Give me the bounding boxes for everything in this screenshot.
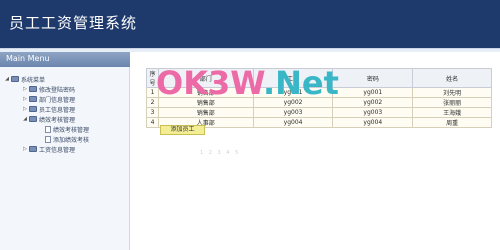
pagination[interactable]: 1 2 3 4 5 <box>200 150 240 156</box>
cell-name: 刘先明 <box>412 87 492 98</box>
content-area: 序号 部门 工号 密码 姓名 1 销售部 yg001 yg001 刘先明 2 销… <box>131 52 500 250</box>
tree-label: 部门信息管理 <box>39 96 76 104</box>
folder-icon <box>29 146 37 152</box>
app-title: 员工工资管理系统 <box>9 14 138 32</box>
page-icon <box>45 125 51 133</box>
tree-node-performance-manage[interactable]: 绩效考核管理 <box>38 124 89 134</box>
folder-icon <box>29 86 37 92</box>
app-header: 员工工资管理系统 <box>0 0 500 48</box>
tree-label: 工资信息管理 <box>39 146 76 154</box>
tree-node-performance-add[interactable]: 添加绩效考核 <box>38 134 89 144</box>
cell-password: yg004 <box>332 117 414 128</box>
folder-icon <box>29 106 37 112</box>
tree-node-root[interactable]: ◢ 系统菜单 <box>4 74 45 84</box>
expand-icon[interactable]: ◢ <box>4 76 10 82</box>
cell-index: 3 <box>146 107 159 118</box>
collapse-icon[interactable]: ▷ <box>22 86 28 92</box>
cell-index: 2 <box>146 97 159 108</box>
tree-label: 修改登陆密码 <box>39 86 76 94</box>
table-header-row: 序号 部门 工号 密码 姓名 <box>146 68 492 88</box>
cell-name: 张丽丽 <box>412 97 492 108</box>
menu-title: Main Menu <box>0 52 130 67</box>
collapse-icon[interactable]: ▷ <box>22 96 28 102</box>
cell-index: 1 <box>146 87 159 98</box>
collapse-icon[interactable]: ▷ <box>22 106 28 112</box>
column-header-password: 密码 <box>332 68 414 88</box>
folder-icon <box>29 96 37 102</box>
tree-node-department[interactable]: ▷ 部门信息管理 <box>22 94 75 104</box>
cell-id: yg004 <box>252 117 334 128</box>
table-row[interactable]: 3 销售部 yg003 yg003 王海娥 <box>146 107 492 118</box>
tree-node-performance[interactable]: ◢ 绩效考核管理 <box>22 114 75 124</box>
column-header-department: 部门 <box>157 68 254 88</box>
column-header-id: 工号 <box>252 68 334 88</box>
tree-label: 系统菜单 <box>21 76 46 84</box>
tree-label: 绩效考核管理 <box>39 116 76 124</box>
add-employee-button[interactable]: 添加员工 <box>160 125 205 135</box>
table-row[interactable]: 1 销售部 yg001 yg001 刘先明 <box>146 87 492 98</box>
cell-name: 王海娥 <box>412 107 492 118</box>
cell-password: yg002 <box>332 97 414 108</box>
sidebar: Main Menu ◢ 系统菜单 ▷ 修改登陆密码 ▷ 部门信息管理 ▷ 员工信… <box>0 52 130 250</box>
tree-node-employee[interactable]: ▷ 员工信息管理 <box>22 104 75 114</box>
tree-node-salary[interactable]: ▷ 工资信息管理 <box>22 144 75 154</box>
cell-id: yg003 <box>252 107 334 118</box>
cell-department: 销售部 <box>157 97 254 108</box>
cell-department: 销售部 <box>157 107 254 118</box>
cell-department: 销售部 <box>157 87 254 98</box>
tree-label: 员工信息管理 <box>39 106 76 114</box>
cell-password: yg001 <box>332 87 414 98</box>
expand-icon[interactable]: ◢ <box>22 116 28 122</box>
tree-label: 添加绩效考核 <box>53 136 90 144</box>
cell-id: yg001 <box>252 87 334 98</box>
folder-icon <box>11 76 19 82</box>
cell-name: 周重 <box>412 117 492 128</box>
cell-password: yg003 <box>332 107 414 118</box>
tree-node-change-password[interactable]: ▷ 修改登陆密码 <box>22 84 75 94</box>
tree-label: 绩效考核管理 <box>53 126 90 134</box>
table-row[interactable]: 2 销售部 yg002 yg002 张丽丽 <box>146 97 492 108</box>
employee-table: 序号 部门 工号 密码 姓名 1 销售部 yg001 yg001 刘先明 2 销… <box>146 68 492 128</box>
column-header-name: 姓名 <box>412 68 492 88</box>
column-header-index: 序号 <box>146 68 159 88</box>
collapse-icon[interactable]: ▷ <box>22 146 28 152</box>
folder-icon <box>29 116 37 122</box>
page-icon <box>45 135 51 143</box>
cell-id: yg002 <box>252 97 334 108</box>
cell-index: 4 <box>146 117 159 128</box>
